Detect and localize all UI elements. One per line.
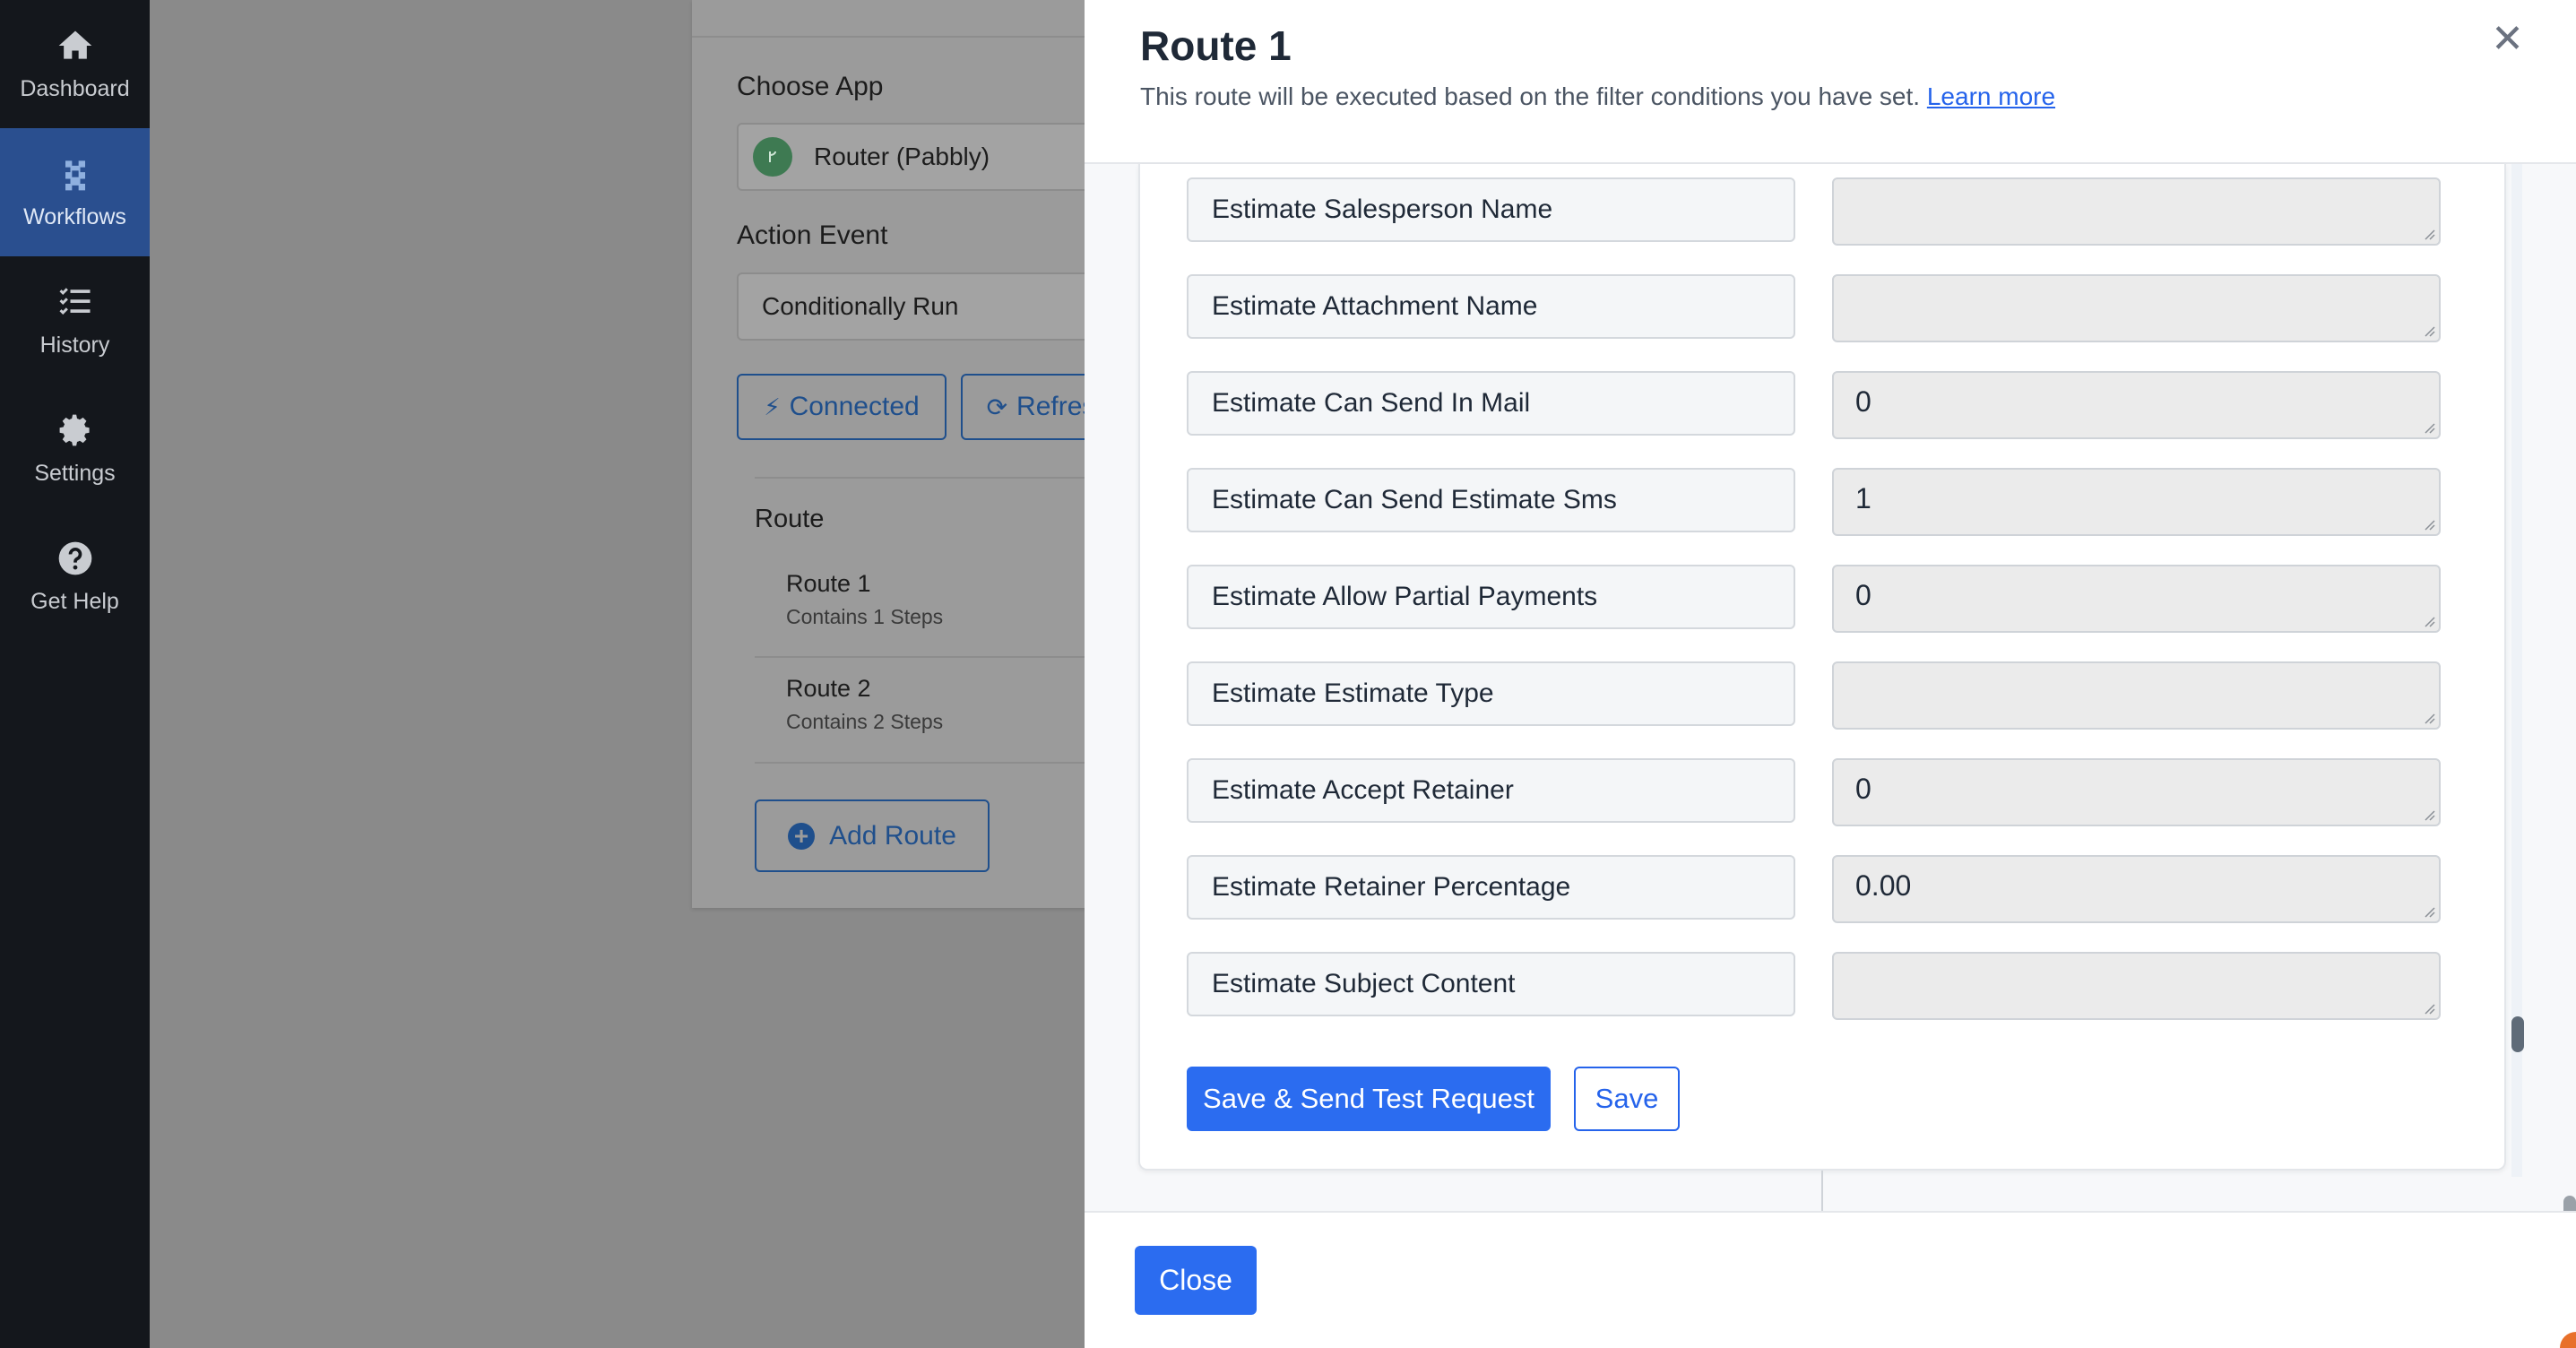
modal-subtitle: This route will be executed based on the… bbox=[1140, 82, 2055, 111]
field-label: Estimate Can Send Estimate Sms bbox=[1187, 468, 1795, 532]
home-icon bbox=[56, 26, 95, 65]
close-icon[interactable]: ✕ bbox=[2491, 16, 2524, 62]
route-form: Estimate Salesperson Name Estimate Attach… bbox=[1138, 164, 2524, 1177]
resize-grip-icon[interactable] bbox=[2423, 1002, 2435, 1015]
resize-grip-icon[interactable] bbox=[2423, 808, 2435, 821]
field-value-text: 0 bbox=[1855, 773, 1871, 805]
history-list-icon bbox=[56, 282, 95, 322]
field-row: Estimate Retainer Percentage 0.00 bbox=[1187, 855, 2441, 923]
route-title: Route 1 bbox=[786, 570, 871, 597]
resize-grip-icon[interactable] bbox=[2423, 228, 2435, 240]
route-title: Route 2 bbox=[786, 675, 871, 702]
resize-grip-icon[interactable] bbox=[2423, 518, 2435, 531]
modal-footer: Close bbox=[1085, 1211, 2576, 1348]
field-value-input[interactable]: 1 bbox=[1832, 468, 2441, 536]
field-label: Estimate Salesperson Name bbox=[1187, 177, 1795, 242]
sidebar-item-settings[interactable]: Settings bbox=[0, 385, 150, 513]
sidebar: Dashboard Workflows History Settings Get… bbox=[0, 0, 150, 1348]
field-row: Estimate Allow Partial Payments 0 bbox=[1187, 565, 2441, 633]
help-icon bbox=[56, 539, 95, 578]
modal-body: Estimate Salesperson Name Estimate Attach… bbox=[1085, 164, 2576, 1310]
workflow-icon bbox=[56, 154, 95, 194]
plus-circle-icon: + bbox=[788, 822, 816, 850]
form-scroll-thumb[interactable] bbox=[2511, 1016, 2524, 1052]
field-value-input[interactable] bbox=[1832, 274, 2441, 342]
field-value-input[interactable]: 0 bbox=[1832, 758, 2441, 826]
save-send-test-button[interactable]: Save & Send Test Request bbox=[1187, 1067, 1551, 1131]
resize-grip-icon[interactable] bbox=[2423, 615, 2435, 627]
field-value-input[interactable] bbox=[1832, 952, 2441, 1020]
resize-grip-icon[interactable] bbox=[2423, 905, 2435, 918]
choose-app-label: Choose App bbox=[737, 72, 884, 101]
refresh-icon: ⟳ bbox=[986, 393, 1008, 421]
connected-button[interactable]: ⚡ Connected bbox=[737, 374, 947, 440]
action-event-label: Action Event bbox=[737, 220, 888, 250]
field-value-text: 0 bbox=[1855, 385, 1871, 418]
sidebar-item-label: History bbox=[39, 333, 110, 358]
close-button[interactable]: Close bbox=[1135, 1246, 1257, 1315]
field-value-text: 1 bbox=[1855, 482, 1871, 514]
modal-subtitle-text: This route will be executed based on the… bbox=[1140, 82, 1921, 110]
field-value-input[interactable]: 0 bbox=[1832, 565, 2441, 633]
field-row: Estimate Accept Retainer 0 bbox=[1187, 758, 2441, 826]
sidebar-item-workflows[interactable]: Workflows bbox=[0, 128, 150, 256]
field-value-input[interactable]: 0.00 bbox=[1832, 855, 2441, 923]
router-app-icon bbox=[753, 137, 792, 177]
field-row: Estimate Salesperson Name bbox=[1187, 177, 2441, 246]
sidebar-item-dashboard[interactable]: Dashboard bbox=[0, 0, 150, 128]
route-list-item[interactable]: Route 1 Contains 1 Steps bbox=[786, 570, 943, 629]
route-modal: Route 1 This route will be executed base… bbox=[1085, 0, 2576, 1348]
field-label: Estimate Allow Partial Payments bbox=[1187, 565, 1795, 629]
connected-button-label: Connected bbox=[789, 392, 920, 421]
field-value-text: 0.00 bbox=[1855, 869, 1912, 902]
learn-more-link[interactable]: Learn more bbox=[1927, 82, 2055, 110]
field-value-input[interactable] bbox=[1832, 661, 2441, 730]
route-list-item[interactable]: Route 2 Contains 2 Steps bbox=[786, 675, 943, 734]
action-event-value: Conditionally Run bbox=[762, 292, 959, 320]
modal-header: Route 1 This route will be executed base… bbox=[1085, 0, 2576, 164]
app-select-value: Router (Pabbly) bbox=[814, 143, 990, 170]
workflow-canvas-backdrop: Choose App Router (Pabbly) Action Event … bbox=[150, 0, 1239, 1348]
sidebar-item-label: Get Help bbox=[30, 589, 119, 614]
gear-icon bbox=[56, 410, 95, 450]
field-row: Estimate Subject Content bbox=[1187, 952, 2441, 1020]
field-row: Estimate Can Send In Mail 0 bbox=[1187, 371, 2441, 439]
field-value-input[interactable]: 0 bbox=[1832, 371, 2441, 439]
sidebar-item-get-help[interactable]: Get Help bbox=[0, 513, 150, 641]
field-value-text: 0 bbox=[1855, 579, 1871, 611]
sidebar-item-history[interactable]: History bbox=[0, 256, 150, 385]
field-label: Estimate Attachment Name bbox=[1187, 274, 1795, 339]
save-button[interactable]: Save bbox=[1574, 1067, 1680, 1131]
field-label: Estimate Retainer Percentage bbox=[1187, 855, 1795, 920]
field-row: Estimate Estimate Type bbox=[1187, 661, 2441, 730]
sidebar-item-label: Workflows bbox=[23, 204, 126, 229]
resize-grip-icon[interactable] bbox=[2423, 324, 2435, 337]
resize-grip-icon[interactable] bbox=[2423, 712, 2435, 724]
field-label: Estimate Subject Content bbox=[1187, 952, 1795, 1016]
field-label: Estimate Accept Retainer bbox=[1187, 758, 1795, 823]
resize-grip-icon[interactable] bbox=[2423, 421, 2435, 434]
field-value-input[interactable] bbox=[1832, 177, 2441, 246]
field-label: Estimate Can Send In Mail bbox=[1187, 371, 1795, 436]
add-route-button[interactable]: + Add Route bbox=[755, 799, 990, 872]
field-label: Estimate Estimate Type bbox=[1187, 661, 1795, 726]
route-heading: Route bbox=[755, 505, 825, 533]
add-route-label: Add Route bbox=[829, 820, 956, 851]
route-steps: Contains 1 Steps bbox=[786, 605, 944, 628]
sidebar-item-label: Dashboard bbox=[20, 76, 130, 101]
route-steps: Contains 2 Steps bbox=[786, 710, 944, 733]
field-row: Estimate Can Send Estimate Sms 1 bbox=[1187, 468, 2441, 536]
plug-icon: ⚡ bbox=[764, 393, 781, 420]
sidebar-item-label: Settings bbox=[34, 461, 116, 486]
field-row: Estimate Attachment Name bbox=[1187, 274, 2441, 342]
modal-title: Route 1 bbox=[1140, 22, 1292, 69]
